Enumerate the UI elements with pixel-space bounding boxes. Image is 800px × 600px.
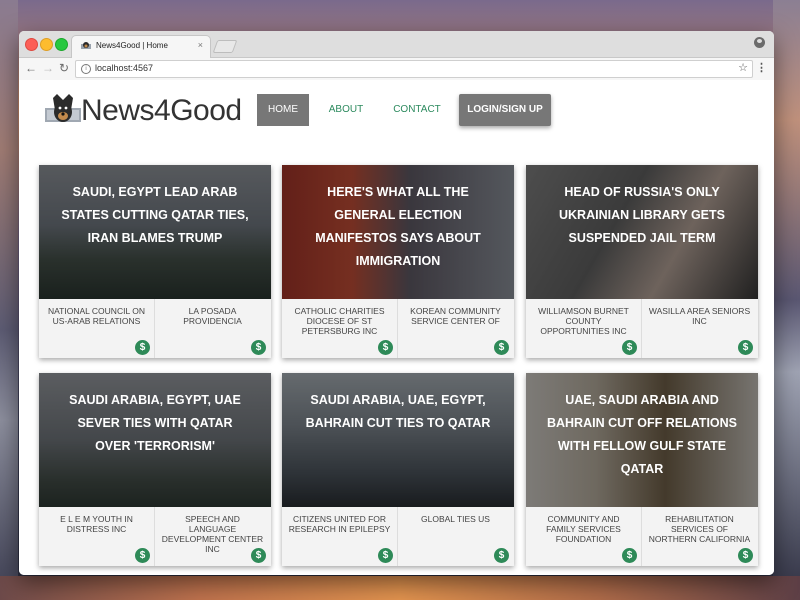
charity-option[interactable]: Catholic Charities Diocese of St Petersb… <box>282 299 398 358</box>
donate-dollar-icon[interactable]: $ <box>494 340 509 355</box>
charity-name: Korean Community Service Center of <box>410 306 501 326</box>
news-headline[interactable]: Saudi Arabia, UAE, Egypt, Bahrain cut ti… <box>302 389 494 435</box>
donate-dollar-icon[interactable]: $ <box>251 340 266 355</box>
charity-option[interactable]: Williamson Burnet County Opportunities I… <box>526 299 642 358</box>
nav-about-link[interactable]: ABOUT <box>327 94 365 126</box>
news4good-logo-icon[interactable] <box>43 92 83 130</box>
bookmark-star-icon[interactable]: ☆ <box>738 61 748 74</box>
charity-option[interactable]: Community and Family Services Foundation… <box>526 507 642 566</box>
browser-menu-icon[interactable]: ⋮ <box>756 61 767 74</box>
browser-tab[interactable]: News4Good | Home × <box>71 35 211 58</box>
url-text: localhost:4567 <box>95 63 154 73</box>
charity-name: La Posada Providencia <box>183 306 242 326</box>
donate-dollar-icon[interactable]: $ <box>622 548 637 563</box>
web-page: News4Good HOME ABOUT CONTACT LOGIN/SIGN … <box>19 80 774 575</box>
profile-icon[interactable] <box>754 37 765 48</box>
donate-dollar-icon[interactable]: $ <box>251 548 266 563</box>
charity-row: E L E M Youth in Distress Inc $ Speech a… <box>39 507 271 566</box>
donate-dollar-icon[interactable]: $ <box>738 340 753 355</box>
charity-name: Wasilla Area Seniors Inc <box>648 306 751 326</box>
desktop-wallpaper-left <box>0 0 18 600</box>
news-headline[interactable]: Saudi Arabia, Egypt, UAE sever ties with… <box>59 389 251 458</box>
charity-option[interactable]: La Posada Providencia $ <box>155 299 270 358</box>
news-card[interactable]: Saudi Arabia, UAE, Egypt, Bahrain cut ti… <box>282 373 514 566</box>
news-card[interactable]: Saudi, Egypt lead Arab states cutting Qa… <box>39 165 271 358</box>
forward-button[interactable]: → <box>42 61 54 75</box>
address-bar[interactable]: i localhost:4567 ☆ <box>75 60 753 78</box>
charity-name: E L E M Youth in Distress Inc <box>60 514 133 534</box>
donate-dollar-icon[interactable]: $ <box>494 548 509 563</box>
news-headline[interactable]: Saudi, Egypt lead Arab states cutting Qa… <box>59 181 251 250</box>
news-card[interactable]: Saudi Arabia, Egypt, UAE sever ties with… <box>39 373 271 566</box>
charity-option[interactable]: Korean Community Service Center of $ <box>398 299 513 358</box>
minimize-window-button[interactable] <box>40 38 53 51</box>
charity-option[interactable]: Wasilla Area Seniors Inc $ <box>642 299 757 358</box>
donate-dollar-icon[interactable]: $ <box>135 340 150 355</box>
donate-dollar-icon[interactable]: $ <box>378 340 393 355</box>
tab-title: News4Good | Home <box>96 41 168 50</box>
charity-name: Williamson Burnet County Opportunities I… <box>538 306 629 336</box>
site-info-icon[interactable]: i <box>81 64 91 74</box>
charity-name: Rehabilitation Services of Northern Cali… <box>648 514 751 544</box>
nav-home-button[interactable]: HOME <box>257 94 309 126</box>
news-card[interactable]: UAE, Saudi Arabia and Bahrain cut off re… <box>526 373 758 566</box>
charity-row: Community and Family Services Foundation… <box>526 507 758 566</box>
charity-row: Citizens United for Research in Epilepsy… <box>282 507 514 566</box>
charity-name: Speech and Language Development Center I… <box>161 514 264 554</box>
login-signup-button[interactable]: LOGIN/SIGN UP <box>459 94 551 126</box>
donate-dollar-icon[interactable]: $ <box>378 548 393 563</box>
charity-option[interactable]: Global Ties US $ <box>398 507 513 566</box>
charity-option[interactable]: E L E M Youth in Distress Inc $ <box>39 507 155 566</box>
tab-close-icon[interactable]: × <box>198 40 203 50</box>
desktop-wallpaper-bottom <box>0 576 800 600</box>
charity-name: National Council on US-Arab Relations <box>48 306 145 326</box>
news-headline[interactable]: Head of Russia's only Ukrainian library … <box>546 181 738 250</box>
maximize-window-button[interactable] <box>55 38 68 51</box>
news-headline[interactable]: UAE, Saudi Arabia and Bahrain cut off re… <box>546 389 738 481</box>
donate-dollar-icon[interactable]: $ <box>622 340 637 355</box>
charity-option[interactable]: Speech and Language Development Center I… <box>155 507 270 566</box>
charity-option[interactable]: National Council on US-Arab Relations $ <box>39 299 155 358</box>
new-tab-button[interactable] <box>212 40 238 53</box>
charity-name: Global Ties US <box>421 514 490 524</box>
back-button[interactable]: ← <box>25 61 37 75</box>
browser-window: News4Good | Home × ← → ↻ i localhost:456… <box>19 31 774 575</box>
charity-name: Community and Family Services Foundation <box>546 514 621 544</box>
charity-name: Citizens United for Research in Epilepsy <box>288 514 391 534</box>
charity-row: Catholic Charities Diocese of St Petersb… <box>282 299 514 358</box>
donate-dollar-icon[interactable]: $ <box>738 548 753 563</box>
charity-name: Catholic Charities Diocese of St Petersb… <box>294 306 385 336</box>
news-headline[interactable]: Here's what all the general election man… <box>302 181 494 273</box>
nav-contact-link[interactable]: CONTACT <box>393 94 441 126</box>
tab-bar: News4Good | Home × <box>19 31 774 58</box>
news-card[interactable]: Here's what all the general election man… <box>282 165 514 358</box>
reload-button[interactable]: ↻ <box>59 61 69 75</box>
charity-option[interactable]: Rehabilitation Services of Northern Cali… <box>642 507 757 566</box>
donate-dollar-icon[interactable]: $ <box>135 548 150 563</box>
news4good-favicon-icon <box>81 42 91 49</box>
browser-toolbar: ← → ↻ i localhost:4567 ☆ ⋮ <box>19 58 774 81</box>
close-window-button[interactable] <box>25 38 38 51</box>
news-card[interactable]: Head of Russia's only Ukrainian library … <box>526 165 758 358</box>
charity-row: Williamson Burnet County Opportunities I… <box>526 299 758 358</box>
charity-row: National Council on US-Arab Relations $ … <box>39 299 271 358</box>
site-logo-text[interactable]: News4Good <box>81 94 242 128</box>
desktop-wallpaper-right <box>773 0 800 600</box>
charity-option[interactable]: Citizens United for Research in Epilepsy… <box>282 507 398 566</box>
